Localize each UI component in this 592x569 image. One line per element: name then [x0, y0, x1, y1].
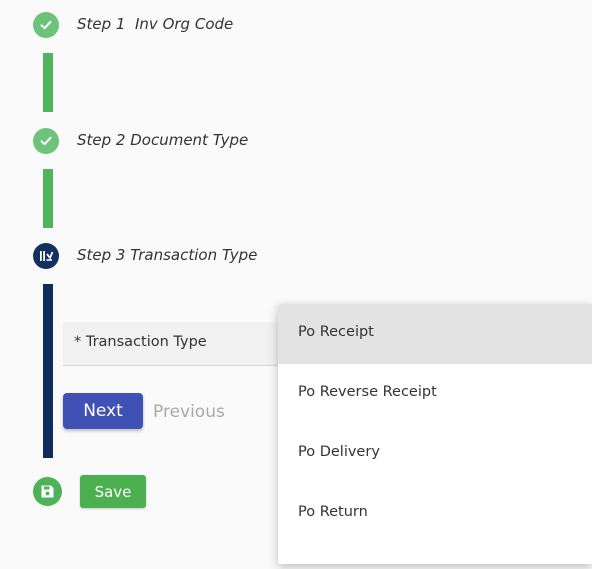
- option-po-reverse-receipt[interactable]: Po Reverse Receipt: [278, 364, 592, 424]
- option-po-receipt[interactable]: Po Receipt: [278, 304, 592, 364]
- option-po-delivery[interactable]: Po Delivery: [278, 424, 592, 484]
- previous-button[interactable]: Previous: [153, 402, 225, 422]
- transaction-type-label: * Transaction Type: [74, 334, 207, 350]
- step-1-check-icon: [33, 12, 59, 38]
- step-3-connector: [43, 284, 53, 458]
- option-po-return[interactable]: Po Return: [278, 484, 592, 544]
- step-2-connector: [43, 169, 53, 228]
- floppy-disk-icon: [33, 477, 62, 506]
- step-1-label[interactable]: Step 1 Inv Org Code: [77, 15, 233, 33]
- step-3-label[interactable]: Step 3 Transaction Type: [77, 246, 257, 264]
- step-3-transaction-icon: [33, 243, 59, 269]
- next-button[interactable]: Next: [63, 393, 143, 429]
- step-2-label[interactable]: Step 2 Document Type: [77, 131, 248, 149]
- save-button[interactable]: Save: [80, 475, 146, 508]
- step-1-connector: [43, 53, 53, 112]
- step-2-check-icon: [33, 128, 59, 154]
- transaction-type-dropdown: Po Receipt Po Reverse Receipt Po Deliver…: [278, 304, 592, 564]
